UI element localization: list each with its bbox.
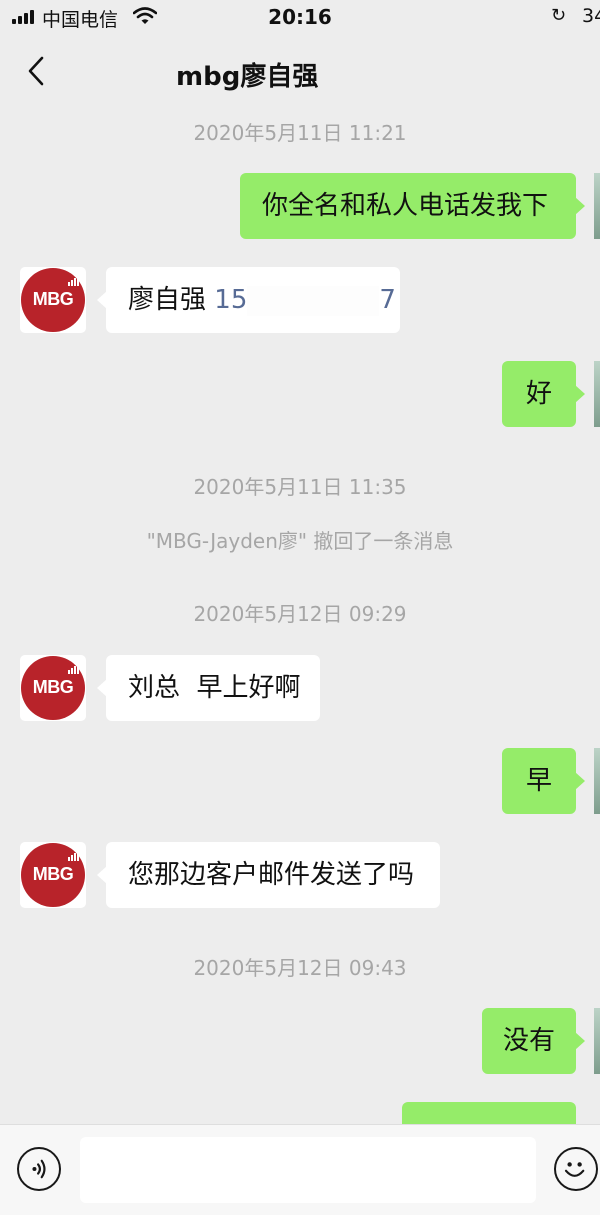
outgoing-message[interactable]: 你全名和私人电话发我下 — [240, 173, 585, 239]
chat-title: mbg廖自强 — [176, 62, 319, 92]
outgoing-message[interactable]: 好 — [502, 361, 585, 427]
outgoing-message[interactable]: 早 — [502, 748, 585, 814]
chat-header: mbg廖自强 — [0, 34, 600, 108]
message-timestamp: 2020年5月12日 09:43 — [193, 956, 407, 980]
message-text: 早 — [525, 766, 552, 796]
my-avatar[interactable] — [594, 1008, 600, 1074]
message-text: 您那边客户邮件发送了吗 — [128, 860, 415, 890]
orientation-lock-icon: ↻ — [551, 5, 567, 26]
back-chevron-icon[interactable] — [22, 54, 54, 88]
status-time: 20:16 — [268, 5, 332, 29]
my-avatar[interactable] — [594, 173, 600, 239]
incoming-message[interactable]: 刘总 早上好啊 — [97, 655, 320, 721]
emoji-icon[interactable] — [554, 1147, 598, 1191]
message-text: 刘总 早上好啊 — [128, 673, 301, 703]
message-input-bar — [0, 1124, 600, 1215]
contact-avatar[interactable]: MBG — [20, 842, 86, 908]
incoming-message[interactable]: 廖自强 15 7 — [97, 267, 400, 333]
message-timestamp: 2020年5月11日 11:21 — [193, 121, 407, 145]
outgoing-message[interactable]: 没有 — [482, 1008, 585, 1074]
message-timestamp: 2020年5月11日 11:35 — [193, 475, 407, 499]
message-text: 你全名和私人电话发我下 — [262, 191, 549, 221]
contact-name-text: 廖自强 — [128, 285, 207, 315]
status-bar: 中国电信 20:16 ↻ 34 — [0, 0, 600, 34]
redacted-area — [247, 285, 380, 316]
voice-icon[interactable] — [17, 1147, 61, 1191]
phone-number-link[interactable]: 15 7 — [214, 285, 396, 316]
recall-notice: "MBG-Jayden廖" 撤回了一条消息 — [146, 529, 454, 553]
contact-avatar[interactable]: MBG — [20, 267, 86, 333]
battery-level: 34 — [582, 5, 600, 27]
message-text: 好 — [525, 379, 552, 409]
message-input[interactable] — [80, 1137, 536, 1203]
incoming-message[interactable]: 您那边客户邮件发送了吗 — [97, 842, 440, 908]
my-avatar[interactable] — [594, 361, 600, 427]
message-timestamp: 2020年5月12日 09:29 — [193, 602, 407, 626]
my-avatar[interactable] — [594, 748, 600, 814]
message-text: 没有 — [502, 1026, 555, 1056]
contact-avatar[interactable]: MBG — [20, 655, 86, 721]
